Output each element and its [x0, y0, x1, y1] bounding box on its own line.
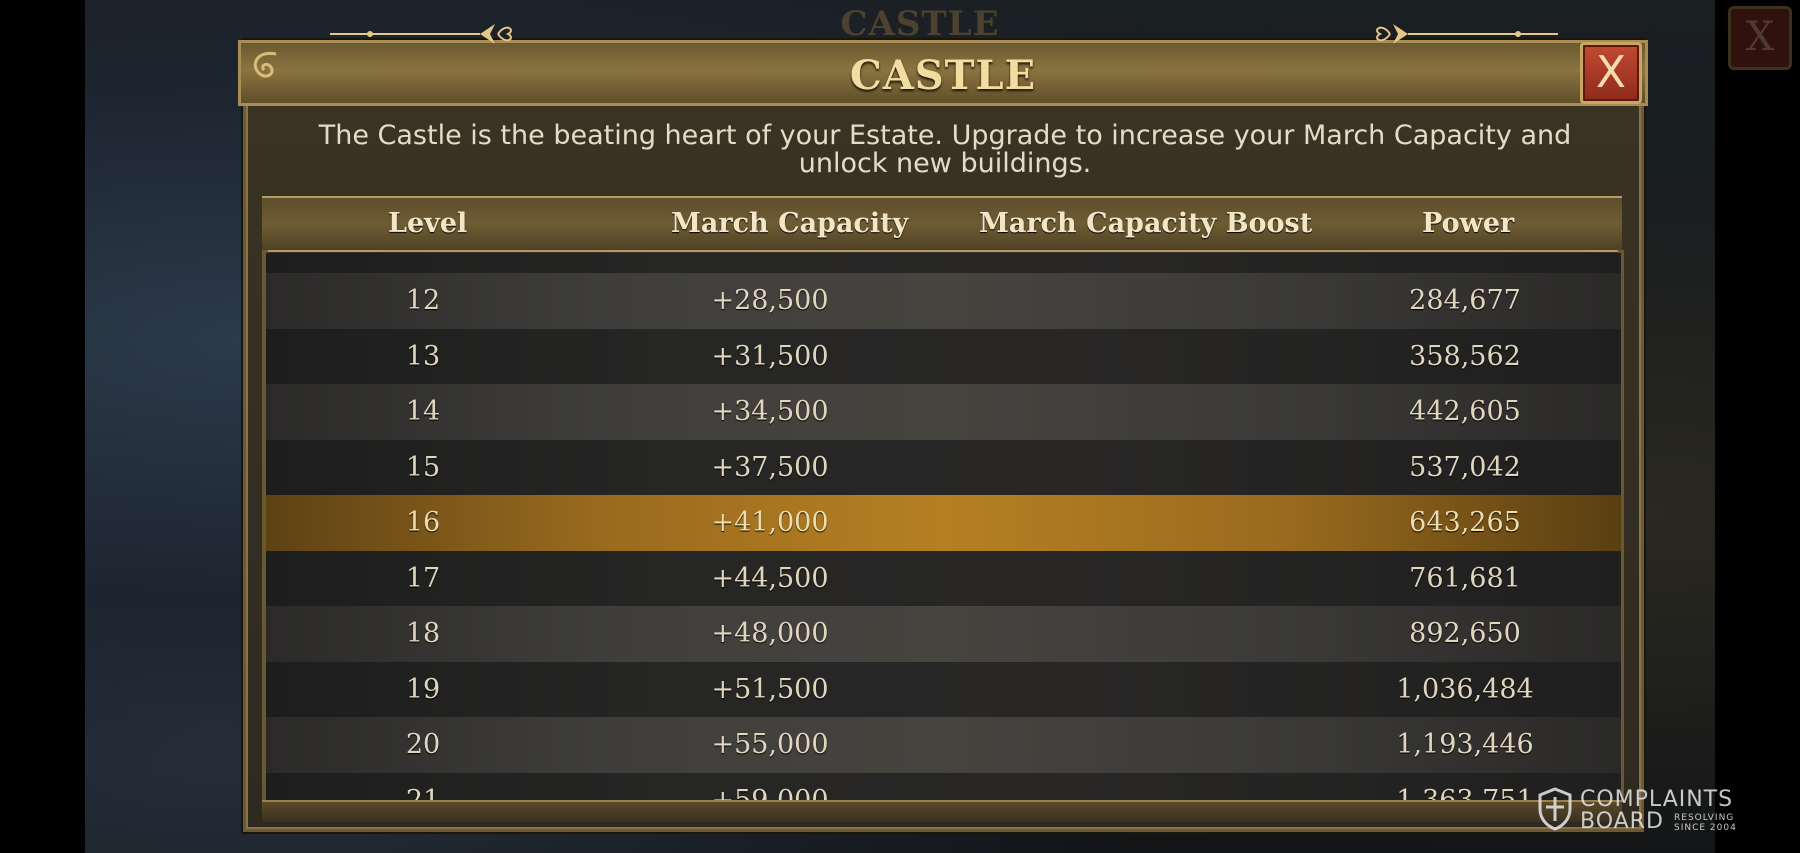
level-cell: 14 — [405, 396, 441, 427]
table-row-partial — [266, 253, 1621, 274]
march-capacity-cell: +28,500 — [711, 285, 829, 316]
power-cell: 761,681 — [1409, 562, 1521, 594]
power-cell: 537,042 — [1409, 451, 1521, 483]
column-header-level: Level — [388, 208, 468, 239]
march-capacity-cell: +51,500 — [711, 673, 829, 705]
power-cell: 358,562 — [1409, 340, 1521, 372]
level-cell: 21 — [405, 784, 441, 801]
power-cell: 1,193,446 — [1396, 729, 1534, 760]
level-cell: 12 — [405, 285, 441, 316]
march-capacity-cell: +48,000 — [711, 618, 829, 649]
level-cell: 13 — [405, 340, 441, 372]
dialog-title: CASTLE — [849, 52, 1037, 99]
march-capacity-cell: +34,500 — [711, 396, 829, 427]
table-row[interactable]: 15 +37,500 537,042 — [266, 439, 1621, 496]
power-cell: 442,605 — [1409, 396, 1521, 427]
power-cell: 1,363,751 — [1396, 784, 1534, 801]
right-flourish-icon — [1368, 22, 1558, 44]
dialog-description: The Castle is the beating heart of your … — [318, 120, 1572, 179]
march-capacity-cell: +31,500 — [711, 340, 829, 372]
background-title: CASTLE — [840, 4, 1000, 44]
watermark-tag1: RESOLVING — [1674, 813, 1735, 823]
level-cell: 17 — [405, 562, 441, 594]
close-button[interactable]: X — [1580, 42, 1642, 104]
level-cell: 20 — [405, 729, 441, 760]
table-row[interactable]: 12 +28,500 284,677 — [266, 273, 1621, 329]
column-header-march-capacity-boost: March Capacity Boost — [979, 208, 1313, 239]
table-row[interactable]: 13 +31,500 358,562 — [266, 328, 1621, 385]
table-header: Level March Capacity March Capacity Boos… — [262, 196, 1622, 252]
power-cell: 284,677 — [1409, 285, 1521, 316]
power-cell: 892,650 — [1409, 618, 1521, 649]
watermark-line2: BOARD — [1580, 809, 1664, 834]
watermark: COMPLAINTS BOARD RESOLVING SINCE 2004 — [1538, 785, 1758, 835]
shield-icon — [1538, 787, 1572, 835]
background-close-button: X — [1728, 6, 1792, 70]
level-cell: 18 — [405, 618, 441, 649]
column-header-march-capacity: March Capacity — [671, 208, 909, 239]
table-row[interactable]: 16 +41,000 643,265 — [266, 495, 1621, 551]
frame-bottom — [262, 800, 1622, 822]
march-capacity-cell: +37,500 — [711, 451, 829, 483]
watermark-tag2: SINCE 2004 — [1674, 823, 1737, 833]
table-row[interactable]: 19 +51,500 1,036,484 — [266, 661, 1621, 718]
march-capacity-cell: +59,000 — [711, 784, 829, 801]
corner-swirl-icon — [246, 46, 286, 90]
column-header-power: Power — [1422, 208, 1515, 239]
table-row[interactable]: 20 +55,000 1,193,446 — [266, 717, 1621, 773]
table-row[interactable]: 17 +44,500 761,681 — [266, 550, 1621, 607]
march-capacity-cell: +55,000 — [711, 729, 829, 760]
levels-table[interactable]: 12 +28,500 284,677 13 +31,500 358,562 14 +34,50… — [266, 253, 1621, 800]
level-cell: 16 — [405, 507, 441, 538]
power-cell: 643,265 — [1409, 507, 1521, 538]
watermark-tagline: RESOLVING SINCE 2004 — [1674, 813, 1737, 833]
table-row[interactable]: 14 +34,500 442,605 — [266, 384, 1621, 440]
level-cell: 15 — [405, 451, 441, 483]
table-row[interactable]: 18 +48,000 892,650 — [266, 606, 1621, 662]
power-cell: 1,036,484 — [1396, 673, 1534, 705]
level-cell: 19 — [405, 673, 441, 705]
left-flourish-icon — [330, 22, 520, 44]
march-capacity-cell: +44,500 — [711, 562, 829, 594]
table-row[interactable]: 21 +59,000 1,363,751 — [266, 772, 1621, 801]
march-capacity-cell: +41,000 — [711, 507, 829, 538]
